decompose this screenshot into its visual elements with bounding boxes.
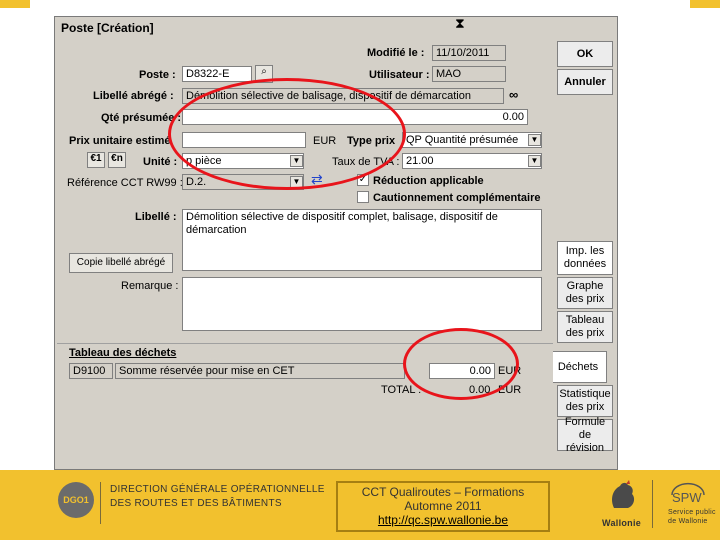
reduction-checkbox[interactable]: ✓ [357,174,369,186]
euro-button-1[interactable]: €1 [87,152,105,168]
cautionnement-label: Cautionnement complémentaire [373,192,541,204]
dechets-code-field: D9100 [69,363,113,379]
qte-field[interactable]: 0.00 [182,109,528,125]
modifie-label: Modifié le : [367,47,425,59]
spw-logo: SPW [668,482,708,508]
utilisateur-field: MAO [432,66,506,82]
unite-dropdown-icon[interactable]: ▼ [290,155,303,167]
unite-select[interactable]: p pièce [182,153,304,169]
qte-label: Qté présumée : [101,112,182,124]
window-title: Poste [Création] [55,17,617,37]
formation-url-link[interactable]: http://qc.spw.wallonie.be [338,513,548,527]
footer-separator-right [652,480,653,528]
dechets-description-field: Somme réservée pour mise en CET [115,363,405,379]
dgo1-logo: DGO1 [58,482,94,518]
dgo-line2: DES ROUTES ET DES BÂTIMENTS [110,498,282,509]
imp-donnees-button[interactable]: Imp. les données [557,241,613,275]
total-unit: EUR [498,384,522,396]
type-prix-select[interactable]: QP Quantité présumée [402,132,542,148]
remarque-label: Remarque : [121,280,179,292]
libelle-abrege-field: Démolition sélective de balisage, dispos… [182,88,504,104]
unite-label: Unité : [143,156,178,168]
formule-revision-button[interactable]: Formule de révision [557,416,613,454]
binoculars-icon[interactable]: ∞ [509,87,518,102]
reduction-label: Réduction applicable [373,175,484,187]
poste-search-button[interactable]: ⌕ [255,65,273,83]
libelle-field[interactable]: Démolition sélective de dispositif compl… [182,209,542,271]
total-label: TOTAL : [381,384,422,396]
top-stripe-left [0,0,30,8]
total-value: 0.00 [469,384,491,396]
libelle-abrege-label: Libellé abrégé : [93,90,174,102]
tableau-prix-button[interactable]: Tableau des prix [557,311,613,343]
spw-logo-text: SPW [672,490,702,505]
tva-select[interactable]: 21.00 [402,153,542,169]
type-prix-dropdown-icon[interactable]: ▼ [528,134,541,146]
search-icon: ⌕ [261,66,267,77]
dgo1-logo-text: DGO1 [63,495,89,505]
footer-separator [100,482,101,524]
libelle-label: Libellé : [135,211,177,223]
reference-dropdown-icon[interactable]: ▼ [290,176,303,188]
dechets-title: Tableau des déchets [69,347,177,359]
type-prix-label: Type prix [347,135,396,147]
poste-label: Poste : [139,69,176,81]
poste-field[interactable]: D8322-E [182,66,252,82]
wallonie-label: Wallonie [602,518,642,528]
dechets-panel: Tableau des déchets D9100 Somme réservée… [57,343,553,467]
remarque-field[interactable] [182,277,542,331]
reference-field: D.2. [182,174,304,190]
reference-label: Référence CCT RW99 : [67,177,183,189]
hourglass-icon: ⧗ [455,15,465,31]
statistique-prix-button[interactable]: Statistique des prix [557,385,613,417]
top-stripe-right [690,0,720,8]
spw-sub1: Service public [668,509,716,516]
refresh-icon[interactable]: ⇄ [311,171,323,188]
formation-line2: Automne 2011 [404,499,482,513]
dechets-amount-field[interactable]: 0.00 [429,363,495,379]
ok-button[interactable]: OK [557,41,613,67]
prix-field[interactable] [182,132,306,148]
modifie-field: 11/10/2011 [432,45,506,61]
euro-button-n[interactable]: €n [108,152,126,168]
dgo-line1: DIRECTION GÉNÉRALE OPÉRATIONNELLE [110,484,325,495]
tva-dropdown-icon[interactable]: ▼ [528,155,541,167]
main-form: Modifié le : 11/10/2011 Poste : D8322-E … [57,39,555,339]
tva-label: Taux de TVA : [332,156,400,168]
spw-sub2: de Wallonie [668,518,708,525]
cautionnement-checkbox[interactable] [357,191,369,203]
prix-unit: EUR [313,135,337,147]
dechets-button[interactable]: Déchets [549,351,607,383]
annuler-button[interactable]: Annuler [557,69,613,95]
formation-line1: CCT Qualiroutes – Formations [361,485,525,499]
copie-libelle-button[interactable]: Copie libellé abrégé [69,253,173,273]
utilisateur-label: Utilisateur : [369,69,430,81]
dechets-amount-unit: EUR [498,365,522,377]
rooster-icon [604,478,640,514]
formation-box: CCT Qualiroutes – Formations Automne 201… [336,481,550,532]
prix-label: Prix unitaire estimé [69,135,171,147]
poste-window: Poste [Création] ⧗ Modifié le : 11/10/20… [54,15,618,470]
graphe-prix-button[interactable]: Graphe des prix [557,277,613,309]
footer: DGO1 DIRECTION GÉNÉRALE OPÉRATIONNELLE D… [0,470,720,540]
